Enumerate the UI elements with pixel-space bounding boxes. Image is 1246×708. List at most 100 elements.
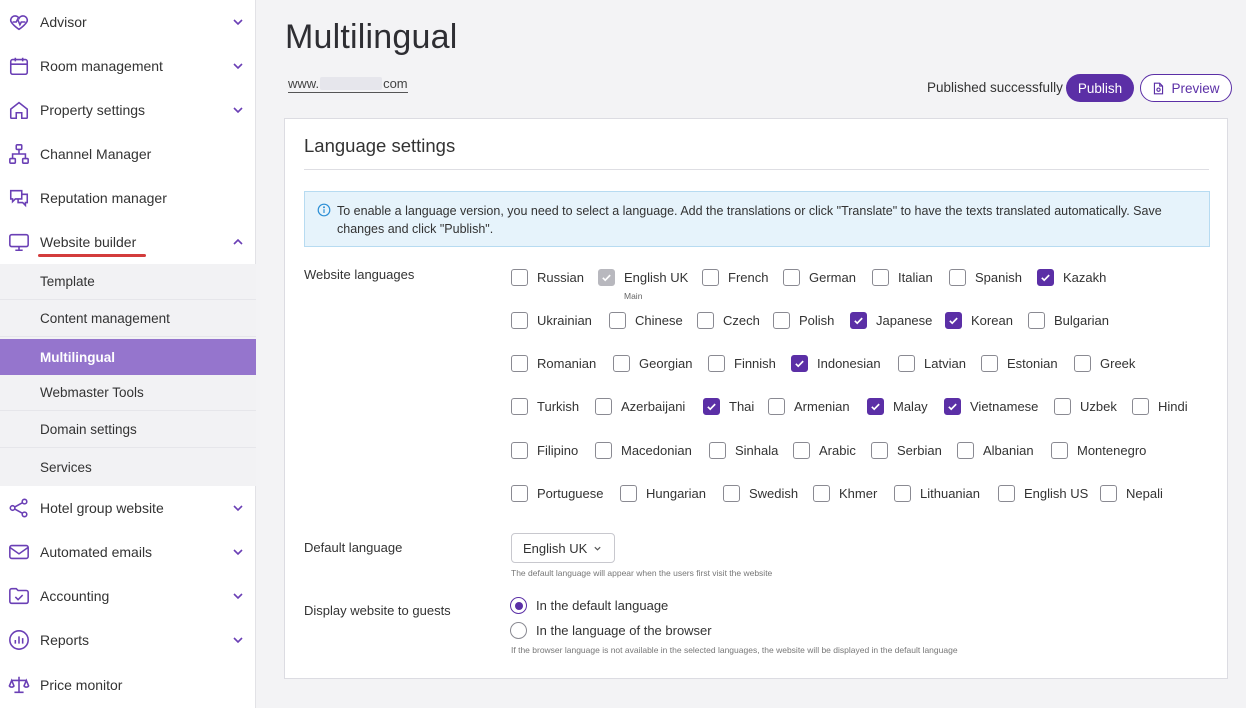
language-option-uzbek[interactable]: Uzbek xyxy=(1054,398,1117,415)
language-option-korean[interactable]: Korean xyxy=(945,312,1013,329)
checkbox[interactable] xyxy=(1028,312,1045,329)
language-option-montenegro[interactable]: Montenegro xyxy=(1051,442,1146,459)
language-option-portuguese[interactable]: Portuguese xyxy=(511,485,604,502)
checkbox[interactable] xyxy=(1037,269,1054,286)
checkbox[interactable] xyxy=(620,485,637,502)
submenu-item-domain-settings[interactable]: Domain settings xyxy=(0,412,256,448)
checkbox[interactable] xyxy=(697,312,714,329)
sidebar-item-advisor[interactable]: Advisor xyxy=(0,0,256,44)
language-option-filipino[interactable]: Filipino xyxy=(511,442,578,459)
language-option-finnish[interactable]: Finnish xyxy=(708,355,776,372)
checkbox[interactable] xyxy=(1100,485,1117,502)
checkbox[interactable] xyxy=(949,269,966,286)
checkbox[interactable] xyxy=(511,442,528,459)
language-option-khmer[interactable]: Khmer xyxy=(813,485,877,502)
language-option-czech[interactable]: Czech xyxy=(697,312,760,329)
language-option-spanish[interactable]: Spanish xyxy=(949,269,1022,286)
sidebar-item-reputation-manager[interactable]: Reputation manager xyxy=(0,176,256,220)
sidebar-item-website-builder[interactable]: Website builder xyxy=(0,220,256,264)
language-option-malay[interactable]: Malay xyxy=(867,398,928,415)
language-option-arabic[interactable]: Arabic xyxy=(793,442,856,459)
checkbox[interactable] xyxy=(595,442,612,459)
language-option-kazakh[interactable]: Kazakh xyxy=(1037,269,1106,286)
submenu-item-content-management[interactable]: Content management xyxy=(0,301,256,337)
submenu-item-webmaster-tools[interactable]: Webmaster Tools xyxy=(0,375,256,411)
checkbox[interactable] xyxy=(511,485,528,502)
sidebar-item-accounting[interactable]: Accounting xyxy=(0,574,256,618)
checkbox[interactable] xyxy=(957,442,974,459)
language-option-swedish[interactable]: Swedish xyxy=(723,485,798,502)
radio-default-language[interactable]: In the default language xyxy=(510,597,668,614)
checkbox[interactable] xyxy=(998,485,1015,502)
checkbox[interactable] xyxy=(613,355,630,372)
checkbox[interactable] xyxy=(871,442,888,459)
checkbox[interactable] xyxy=(791,355,808,372)
language-option-chinese[interactable]: Chinese xyxy=(609,312,683,329)
checkbox[interactable] xyxy=(723,485,740,502)
language-option-hindi[interactable]: Hindi xyxy=(1132,398,1188,415)
language-option-russian[interactable]: Russian xyxy=(511,269,584,286)
language-option-macedonian[interactable]: Macedonian xyxy=(595,442,692,459)
sidebar-item-automated-emails[interactable]: Automated emails xyxy=(0,530,256,574)
checkbox[interactable] xyxy=(944,398,961,415)
language-option-georgian[interactable]: Georgian xyxy=(613,355,692,372)
checkbox[interactable] xyxy=(783,269,800,286)
language-option-vietnamese[interactable]: Vietnamese xyxy=(944,398,1038,415)
checkbox[interactable] xyxy=(898,355,915,372)
language-option-thai[interactable]: Thai xyxy=(703,398,754,415)
radio-button[interactable] xyxy=(510,597,527,614)
checkbox[interactable] xyxy=(773,312,790,329)
language-option-latvian[interactable]: Latvian xyxy=(898,355,966,372)
language-option-armenian[interactable]: Armenian xyxy=(768,398,850,415)
language-option-german[interactable]: German xyxy=(783,269,856,286)
submenu-item-template[interactable]: Template xyxy=(0,264,256,300)
language-option-polish[interactable]: Polish xyxy=(773,312,834,329)
radio-browser-language[interactable]: In the language of the browser xyxy=(510,622,712,639)
checkbox[interactable] xyxy=(768,398,785,415)
checkbox[interactable] xyxy=(850,312,867,329)
language-option-estonian[interactable]: Estonian xyxy=(981,355,1058,372)
sidebar-item-property-settings[interactable]: Property settings xyxy=(0,88,256,132)
sidebar-item-price-monitor[interactable]: Price monitor xyxy=(0,663,256,707)
checkbox[interactable] xyxy=(511,398,528,415)
checkbox[interactable] xyxy=(511,269,528,286)
language-option-azerbaijani[interactable]: Azerbaijani xyxy=(595,398,685,415)
submenu-item-services[interactable]: Services xyxy=(0,449,256,485)
language-option-turkish[interactable]: Turkish xyxy=(511,398,579,415)
language-option-nepali[interactable]: Nepali xyxy=(1100,485,1163,502)
sidebar-item-channel-manager[interactable]: Channel Manager xyxy=(0,132,256,176)
language-option-indonesian[interactable]: Indonesian xyxy=(791,355,881,372)
checkbox[interactable] xyxy=(609,312,626,329)
language-option-bulgarian[interactable]: Bulgarian xyxy=(1028,312,1109,329)
language-option-english-us[interactable]: English US xyxy=(998,485,1088,502)
checkbox[interactable] xyxy=(867,398,884,415)
website-url-link[interactable]: www. com xyxy=(288,76,408,93)
checkbox[interactable] xyxy=(872,269,889,286)
language-option-hungarian[interactable]: Hungarian xyxy=(620,485,706,502)
checkbox[interactable] xyxy=(709,442,726,459)
language-option-lithuanian[interactable]: Lithuanian xyxy=(894,485,980,502)
checkbox[interactable] xyxy=(1054,398,1071,415)
language-option-serbian[interactable]: Serbian xyxy=(871,442,942,459)
checkbox[interactable] xyxy=(1074,355,1091,372)
checkbox[interactable] xyxy=(1051,442,1068,459)
preview-button[interactable]: Preview xyxy=(1140,74,1232,102)
checkbox[interactable] xyxy=(1132,398,1149,415)
default-language-select[interactable]: English UK xyxy=(511,533,615,563)
language-option-romanian[interactable]: Romanian xyxy=(511,355,596,372)
language-option-ukrainian[interactable]: Ukrainian xyxy=(511,312,592,329)
checkbox[interactable] xyxy=(945,312,962,329)
language-option-french[interactable]: French xyxy=(702,269,768,286)
checkbox[interactable] xyxy=(595,398,612,415)
sidebar-item-room-management[interactable]: Room management xyxy=(0,44,256,88)
publish-button[interactable]: Publish xyxy=(1066,74,1134,102)
radio-button[interactable] xyxy=(510,622,527,639)
checkbox[interactable] xyxy=(813,485,830,502)
checkbox[interactable] xyxy=(894,485,911,502)
sidebar-item-hotel-group-website[interactable]: Hotel group website xyxy=(0,486,256,530)
checkbox[interactable] xyxy=(981,355,998,372)
checkbox[interactable] xyxy=(793,442,810,459)
checkbox[interactable] xyxy=(511,355,528,372)
language-option-sinhala[interactable]: Sinhala xyxy=(709,442,778,459)
language-option-italian[interactable]: Italian xyxy=(872,269,933,286)
